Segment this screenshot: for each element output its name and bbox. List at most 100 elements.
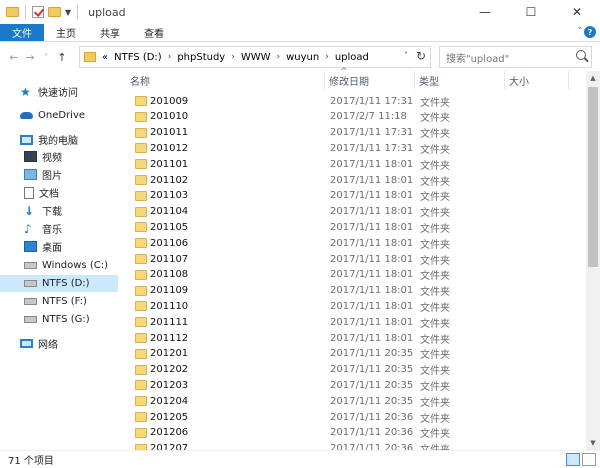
refresh-icon[interactable]: ↻ [416,49,426,63]
sidebar-item-pictures[interactable]: 图片 [0,166,118,183]
maximize-button[interactable]: ☐ [508,0,554,24]
back-button[interactable]: ← [6,51,22,64]
sidebar-item-label: 音乐 [42,225,62,236]
breadcrumb-item[interactable]: wuyun [286,52,319,63]
file-row[interactable]: 201102 2017/1/11 18:01 文件夹 [118,172,586,188]
breadcrumb-overflow[interactable]: « [102,52,108,63]
help-icon[interactable]: ? [584,26,596,38]
file-row[interactable]: 201108 2017/1/11 18:01 文件夹 [118,267,586,283]
column-header-type[interactable]: 类型 [415,71,505,89]
sidebar-item-label: 视频 [42,153,62,164]
file-name: 201106 [150,237,189,249]
file-type: 文件夹 [420,350,450,362]
breadcrumb-item[interactable]: WWW [241,52,271,63]
file-type: 文件夹 [420,441,450,450]
file-row[interactable]: 201205 2017/1/11 20:36 文件夹 [118,409,586,425]
file-row[interactable]: 201202 2017/1/11 20:35 文件夹 [118,362,586,378]
folder-icon [135,190,147,201]
expand-ribbon-icon[interactable]: ˅ [578,27,583,37]
recent-locations-button[interactable]: ˅ [38,53,54,62]
file-row[interactable]: 201105 2017/1/11 18:01 文件夹 [118,219,586,235]
scrollbar-thumb[interactable] [588,87,598,267]
sidebar-item-this-pc[interactable]: 我的电脑 [0,131,118,148]
file-row[interactable]: 201206 2017/1/11 20:36 文件夹 [118,425,586,441]
file-row[interactable]: 201204 2017/1/11 20:35 文件夹 [118,393,586,409]
network-icon [20,339,33,348]
file-row[interactable]: 201104 2017/1/11 18:01 文件夹 [118,204,586,220]
sidebar-item-music[interactable]: ♪ 音乐 [0,220,118,237]
file-name: 201010 [150,111,189,123]
chevron-right-icon[interactable]: › [277,52,281,62]
file-row[interactable]: 201111 2017/1/11 18:01 文件夹 [118,314,586,330]
sidebar-item-onedrive[interactable]: OneDrive [0,107,118,124]
search-placeholder: 搜索"upload" [446,53,510,65]
file-type: 文件夹 [420,129,450,141]
file-row[interactable]: 201110 2017/1/11 18:01 文件夹 [118,298,586,314]
file-row[interactable]: 201009 2017/1/11 17:31 文件夹 [118,93,586,109]
folder-icon [135,317,147,328]
sidebar-item-drive-g[interactable]: NTFS (G:) [0,311,118,328]
column-header-size[interactable]: 大小 [505,71,569,89]
file-row[interactable]: 201201 2017/1/11 20:35 文件夹 [118,346,586,362]
column-header-name[interactable]: 名称 [118,71,325,89]
properties-icon[interactable] [32,6,44,18]
customize-toolbar-icon[interactable]: ▼ [65,8,71,17]
new-folder-icon[interactable] [48,7,61,17]
sidebar-item-network[interactable]: 网络 [0,335,118,352]
file-type: 文件夹 [420,302,450,314]
sidebar-item-quick-access[interactable]: ★ 快速访问 [0,83,118,100]
file-type: 文件夹 [420,429,450,441]
file-name: 201202 [150,364,189,376]
large-icons-view-icon[interactable] [582,453,596,466]
sidebar-item-downloads[interactable]: ↓ 下载 [0,202,118,219]
folder-icon [135,159,147,170]
scroll-down-icon[interactable]: ▼ [586,436,600,450]
tab-share[interactable]: 共享 [88,24,132,41]
tab-view[interactable]: 查看 [132,24,176,41]
vertical-scrollbar[interactable]: ▲ ▼ [586,71,600,450]
breadcrumb-item[interactable]: NTFS (D:) [114,52,162,63]
column-header-date[interactable]: 修改日期 [325,71,415,89]
file-row[interactable]: 201203 2017/1/11 20:35 文件夹 [118,377,586,393]
forward-button[interactable]: → [22,51,38,64]
document-icon [24,186,34,199]
sidebar-item-desktop[interactable]: 桌面 [0,238,118,255]
scroll-up-icon[interactable]: ▲ [586,71,600,85]
search-input[interactable]: 搜索"upload" [439,46,592,68]
sidebar-item-drive-c[interactable]: Windows (C:) [0,257,118,274]
chevron-right-icon[interactable]: › [325,52,329,62]
details-view-icon[interactable] [566,453,580,466]
sidebar-item-documents[interactable]: 文档 [0,184,118,201]
tab-home[interactable]: 主页 [44,24,88,41]
file-row[interactable]: 201103 2017/1/11 18:01 文件夹 [118,188,586,204]
minimize-button[interactable]: — [462,0,508,24]
file-date: 2017/1/11 20:35 [330,379,414,391]
file-row[interactable]: 201106 2017/1/11 18:01 文件夹 [118,235,586,251]
close-button[interactable]: ✕ [554,0,600,24]
up-button[interactable]: ↑ [54,51,70,64]
window-controls: — ☐ ✕ [462,0,600,24]
address-bar[interactable]: « NTFS (D:) › phpStudy › WWW › wuyun › u… [79,46,431,68]
sidebar-item-videos[interactable]: 视频 [0,148,118,165]
sidebar-item-drive-f[interactable]: NTFS (F:) [0,293,118,310]
file-row[interactable]: 201101 2017/1/11 18:01 文件夹 [118,156,586,172]
file-row[interactable]: 201011 2017/1/11 17:31 文件夹 [118,125,586,141]
file-row[interactable]: 201107 2017/1/11 18:01 文件夹 [118,251,586,267]
chevron-right-icon[interactable]: › [168,52,172,62]
file-row[interactable]: 201207 2017/1/11 20:36 文件夹 [118,441,586,450]
tab-file[interactable]: 文件 [0,24,44,41]
folder-icon [84,52,96,62]
address-dropdown-icon[interactable]: ˅ [404,51,408,60]
breadcrumb-item[interactable]: phpStudy [177,52,225,63]
file-row[interactable]: 201109 2017/1/11 18:01 文件夹 [118,283,586,299]
file-row[interactable]: 201012 2017/1/11 17:31 文件夹 [118,140,586,156]
breadcrumb-item[interactable]: upload [335,52,369,63]
file-date: 2017/1/11 18:01 [330,237,414,249]
file-name: 201207 [150,443,189,450]
file-row[interactable]: 201112 2017/1/11 18:01 文件夹 [118,330,586,346]
sidebar-item-drive-d[interactable]: NTFS (D:) [0,275,118,292]
file-date: 2017/1/11 18:01 [330,316,414,328]
chevron-right-icon[interactable]: › [231,52,235,62]
sidebar-item-label: 我的电脑 [38,136,78,147]
file-row[interactable]: 201010 2017/2/7 11:18 文件夹 [118,109,586,125]
